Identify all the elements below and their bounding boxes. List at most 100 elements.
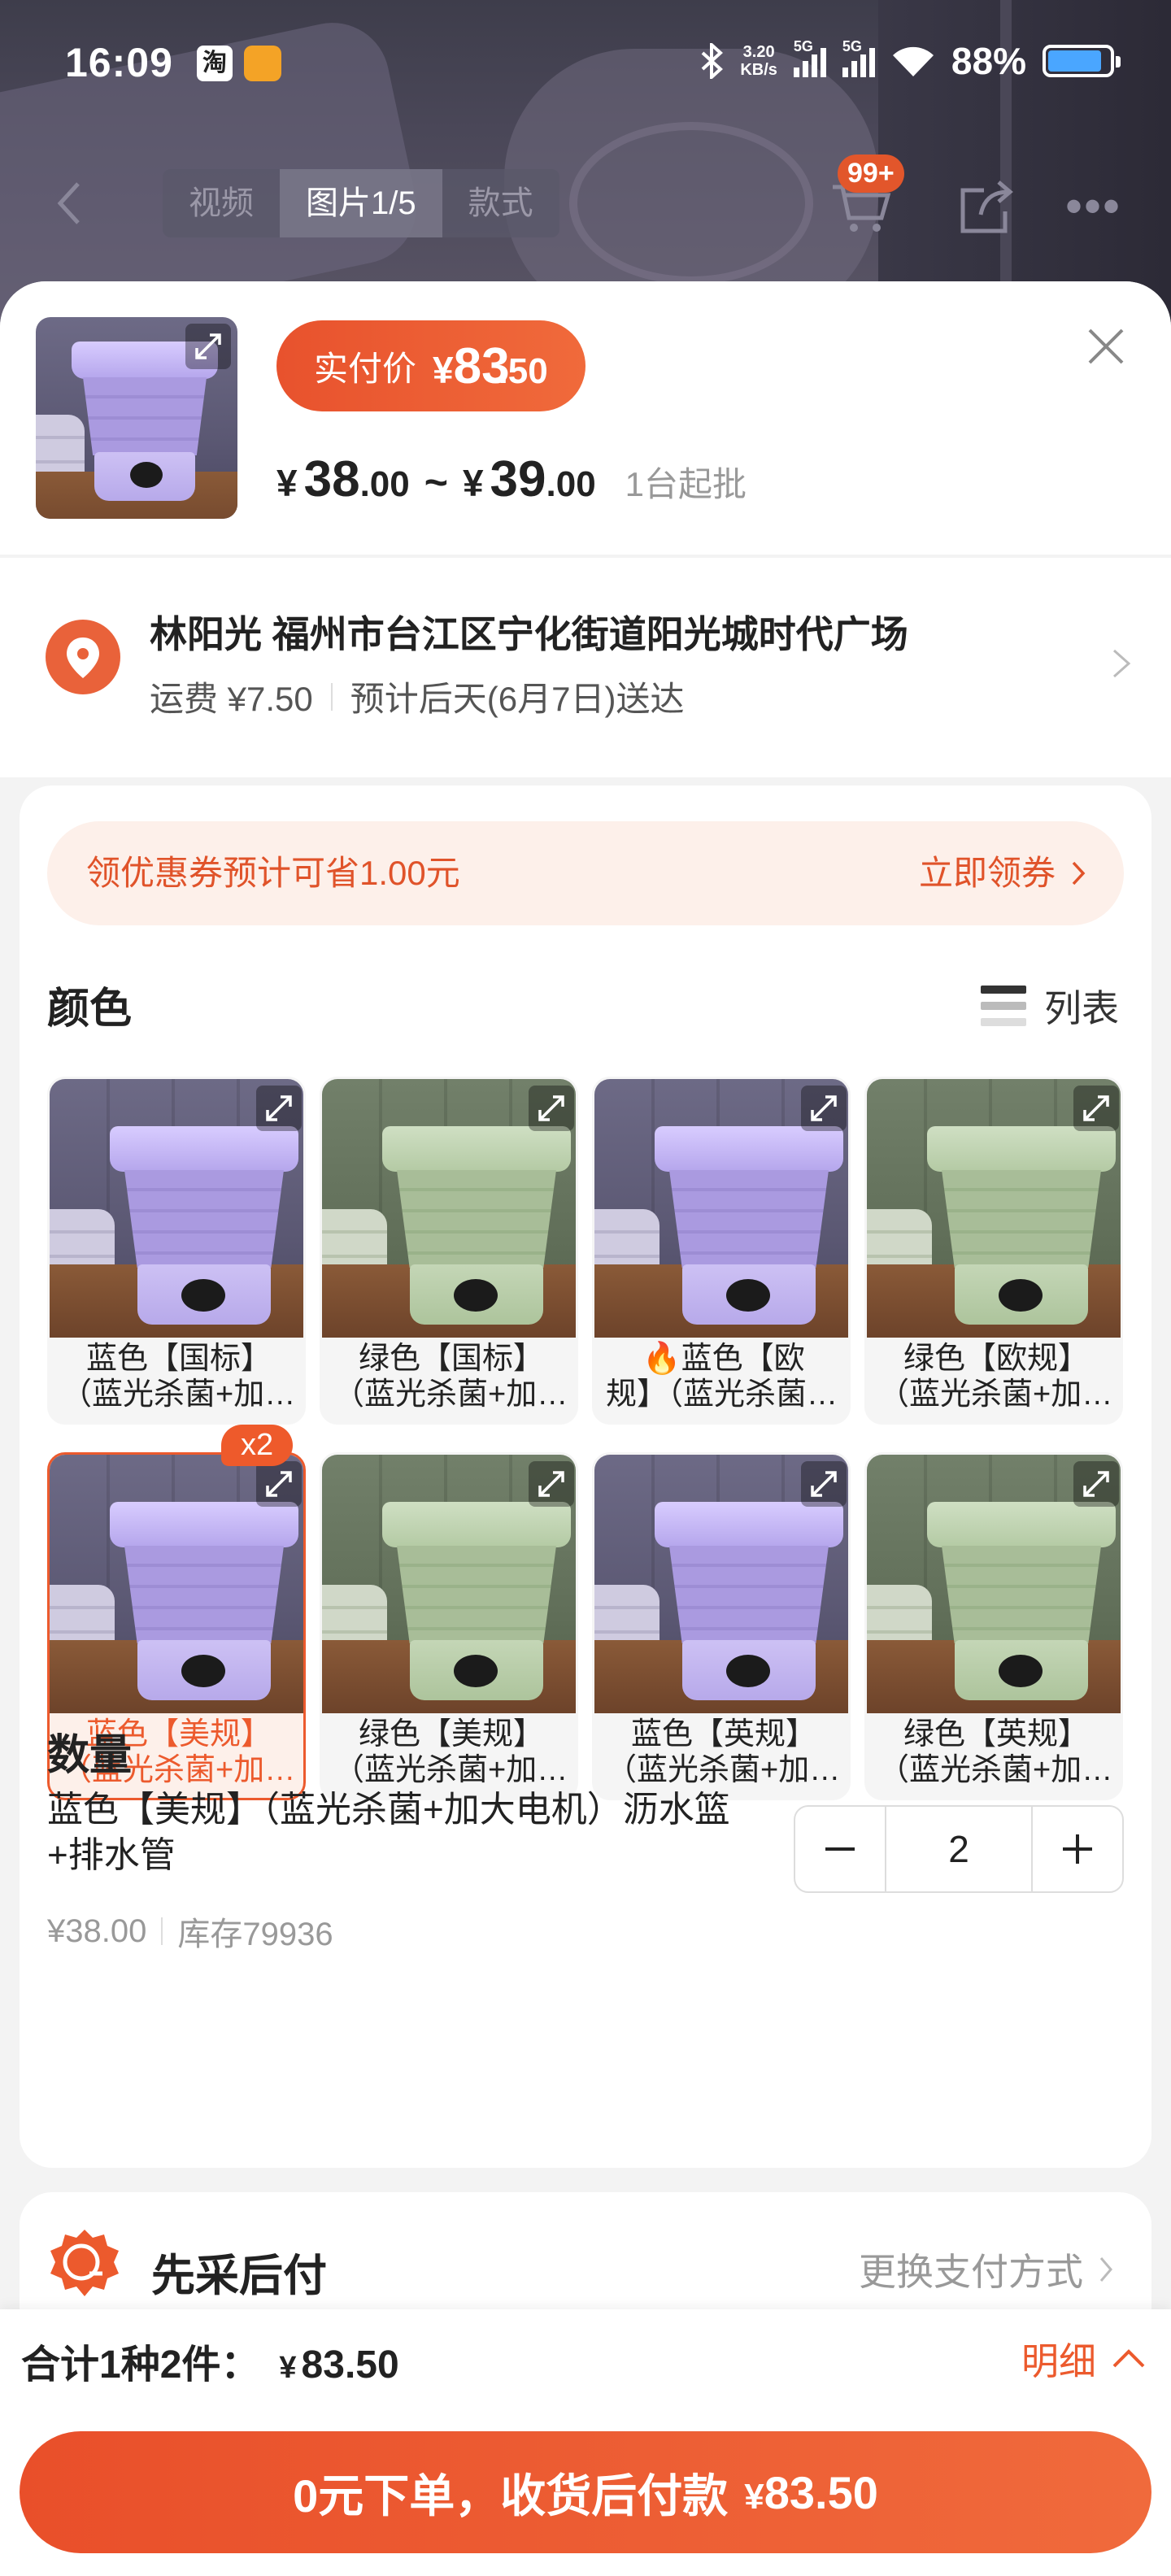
price-detail-toggle[interactable]: 明细 <box>1021 2332 1147 2386</box>
currency-symbol: ¥ <box>744 2476 764 2517</box>
shipping-info: 运费 ¥7.50 预计后天(6月7日)送达 <box>150 672 684 721</box>
list-view-toggle[interactable]: 列表 <box>981 979 1119 1033</box>
color-option-line1: 绿色【英规】 <box>903 1717 1089 1751</box>
price-high-integer: 39 <box>490 451 546 507</box>
hot-flame-icon: 🔥 <box>642 1342 681 1376</box>
divider <box>330 682 333 711</box>
expand-icon[interactable] <box>185 324 231 369</box>
back-arrow-icon[interactable] <box>50 179 91 228</box>
cart-count-badge: 99+ <box>838 154 904 193</box>
signal-strength-icon: 5G <box>842 38 875 77</box>
expand-icon[interactable] <box>256 1461 302 1507</box>
media-tab[interactable]: 视频 <box>163 169 280 237</box>
minus-icon <box>825 1847 855 1851</box>
color-option-tile[interactable]: 绿色【美规】（蓝光杀菌+加大电机） <box>320 1452 578 1800</box>
color-option-image <box>50 1455 303 1713</box>
expand-icon[interactable] <box>801 1461 847 1507</box>
top-nav-bar: 视频 图片1/5 款式 99+ ••• <box>0 154 1171 252</box>
actual-price-label: 实付价 <box>314 349 417 388</box>
taobao-app-icon: 淘 <box>197 46 233 81</box>
close-icon[interactable] <box>1082 322 1130 371</box>
price-detail-label: 明细 <box>1021 2340 1096 2382</box>
list-view-icon <box>981 986 1026 1026</box>
color-option-line2: （蓝光杀菌+加大电机） <box>606 1753 842 1787</box>
actual-price-pill: 实付价 ¥ 83 .50 <box>276 320 586 411</box>
expand-icon[interactable] <box>529 1461 574 1507</box>
color-option-line1: 绿色【国标】 <box>358 1342 544 1376</box>
status-time: 16:09 <box>65 40 173 85</box>
decrease-quantity-button[interactable] <box>795 1807 885 1891</box>
actual-price-decimal: .50 <box>498 350 548 391</box>
color-option-image <box>322 1455 576 1713</box>
bluetooth-icon <box>701 43 724 79</box>
currency-symbol: ¥ <box>279 2351 297 2385</box>
increase-quantity-button[interactable] <box>1033 1807 1122 1891</box>
pay-later-icon <box>50 2230 119 2296</box>
color-option-label: 绿色【国标】（蓝光杀菌+加大电机） <box>333 1341 569 1416</box>
color-option-line1: 蓝色【英规】 <box>630 1717 816 1751</box>
media-tab[interactable]: 款式 <box>442 169 559 237</box>
color-option-label: 蓝色【国标】（蓝光杀菌+加大电机） <box>61 1341 297 1416</box>
selected-product-thumbnail[interactable] <box>36 317 237 519</box>
shipping-fee: 运费 ¥7.50 <box>150 680 313 718</box>
recipient-address: 林阳光 福州市台江区宁化街道阳光城时代广场 <box>150 613 908 655</box>
color-option-tile[interactable]: 蓝色【国标】（蓝光杀菌+加大电机） <box>47 1077 306 1425</box>
claim-coupon-button[interactable]: 立即领券 <box>919 821 1088 925</box>
currency-symbol: ¥ <box>462 462 484 504</box>
color-option-tile[interactable]: 绿色【英规】（蓝光杀菌+加大电机） <box>864 1452 1123 1800</box>
expand-icon[interactable] <box>256 1086 302 1131</box>
battery-icon <box>1043 45 1121 77</box>
change-payment-method[interactable]: 更换支付方式 <box>859 2243 1116 2296</box>
change-payment-label: 更换支付方式 <box>859 2251 1083 2293</box>
sku-unit-price: ¥38.00 <box>47 1912 147 1949</box>
coupon-banner[interactable]: 领优惠券预计可省1.00元 立即领券 <box>47 821 1124 925</box>
place-order-button[interactable]: 0元下单，收货后付款 ¥ 83.50 <box>20 2431 1151 2553</box>
list-view-label: 列表 <box>1044 987 1119 1029</box>
color-option-line2: （蓝光杀菌+加大电机） <box>333 1753 569 1787</box>
more-options-icon[interactable]: ••• <box>1065 174 1121 239</box>
color-option-image <box>594 1455 848 1713</box>
divider <box>161 1917 163 1945</box>
expand-icon[interactable] <box>529 1086 574 1131</box>
expand-icon[interactable] <box>1073 1086 1119 1131</box>
expand-icon[interactable] <box>1073 1461 1119 1507</box>
quantity-section-title: 数量 <box>47 1732 133 1779</box>
claim-coupon-label: 立即领券 <box>918 854 1056 892</box>
place-order-label: 0元下单，收货后付款 <box>293 2469 729 2522</box>
color-option-tile[interactable]: 绿色【欧规】（蓝光杀菌+加大电机） <box>864 1077 1123 1425</box>
currency-symbol: ¥ <box>433 348 454 391</box>
color-option-tile[interactable]: 绿色【国标】（蓝光杀菌+加大电机） <box>320 1077 578 1425</box>
battery-percent: 88% <box>951 40 1026 82</box>
delivery-address-row[interactable]: 林阳光 福州市台江区宁化街道阳光城时代广场 运费 ¥7.50 预计后天(6月7日… <box>0 558 1171 777</box>
media-tab-switcher: 视频 图片1/5 款式 <box>163 169 559 237</box>
color-option-image <box>867 1455 1121 1713</box>
currency-symbol: ¥ <box>276 462 298 504</box>
notification-app-icon <box>244 46 281 81</box>
color-option-image <box>594 1079 848 1338</box>
order-amount: 83.50 <box>764 2466 878 2518</box>
quantity-input[interactable]: 2 <box>885 1807 1033 1891</box>
chevron-right-icon <box>1072 861 1086 886</box>
total-amount: 83.50 <box>301 2343 399 2387</box>
price-header: 实付价 ¥ 83 .50 ¥ 38 .00 ~ ¥ 39 .00 1台起批 <box>0 281 1171 555</box>
status-bar: 16:09 淘 3.20 KB/s 5G 5G 88% <box>0 0 1171 130</box>
color-option-line2: 规】（蓝光杀菌+加大电机） <box>606 1377 842 1412</box>
color-option-tile[interactable]: 🔥蓝色【欧规】（蓝光杀菌+加大电机） <box>592 1077 851 1425</box>
media-tab[interactable]: 图片1/5 <box>280 169 442 237</box>
payment-method-title: 先采后付 <box>151 2252 327 2300</box>
color-option-tile[interactable]: 蓝色【英规】（蓝光杀菌+加大电机） <box>592 1452 851 1800</box>
plus-icon <box>1063 1834 1092 1864</box>
color-option-line2: （蓝光杀菌+加大电机） <box>333 1377 569 1412</box>
wifi-icon <box>892 46 934 76</box>
minimum-order-quantity: 1台起批 <box>625 465 747 503</box>
color-option-label: 绿色【美规】（蓝光杀菌+加大电机） <box>333 1717 569 1791</box>
color-option-line1: 蓝色【国标】 <box>85 1342 272 1376</box>
network-speed: 3.20 KB/s <box>740 43 777 79</box>
color-option-label: 绿色【英规】（蓝光杀菌+加大电机） <box>878 1717 1114 1791</box>
location-pin-icon <box>46 620 120 694</box>
color-option-line2: （蓝光杀菌+加大电机） <box>878 1377 1114 1412</box>
total-label: 合计1种2件： <box>21 2343 260 2387</box>
expand-icon[interactable] <box>801 1086 847 1131</box>
share-icon[interactable] <box>951 174 1016 239</box>
color-option-label: 绿色【欧规】（蓝光杀菌+加大电机） <box>878 1341 1114 1416</box>
